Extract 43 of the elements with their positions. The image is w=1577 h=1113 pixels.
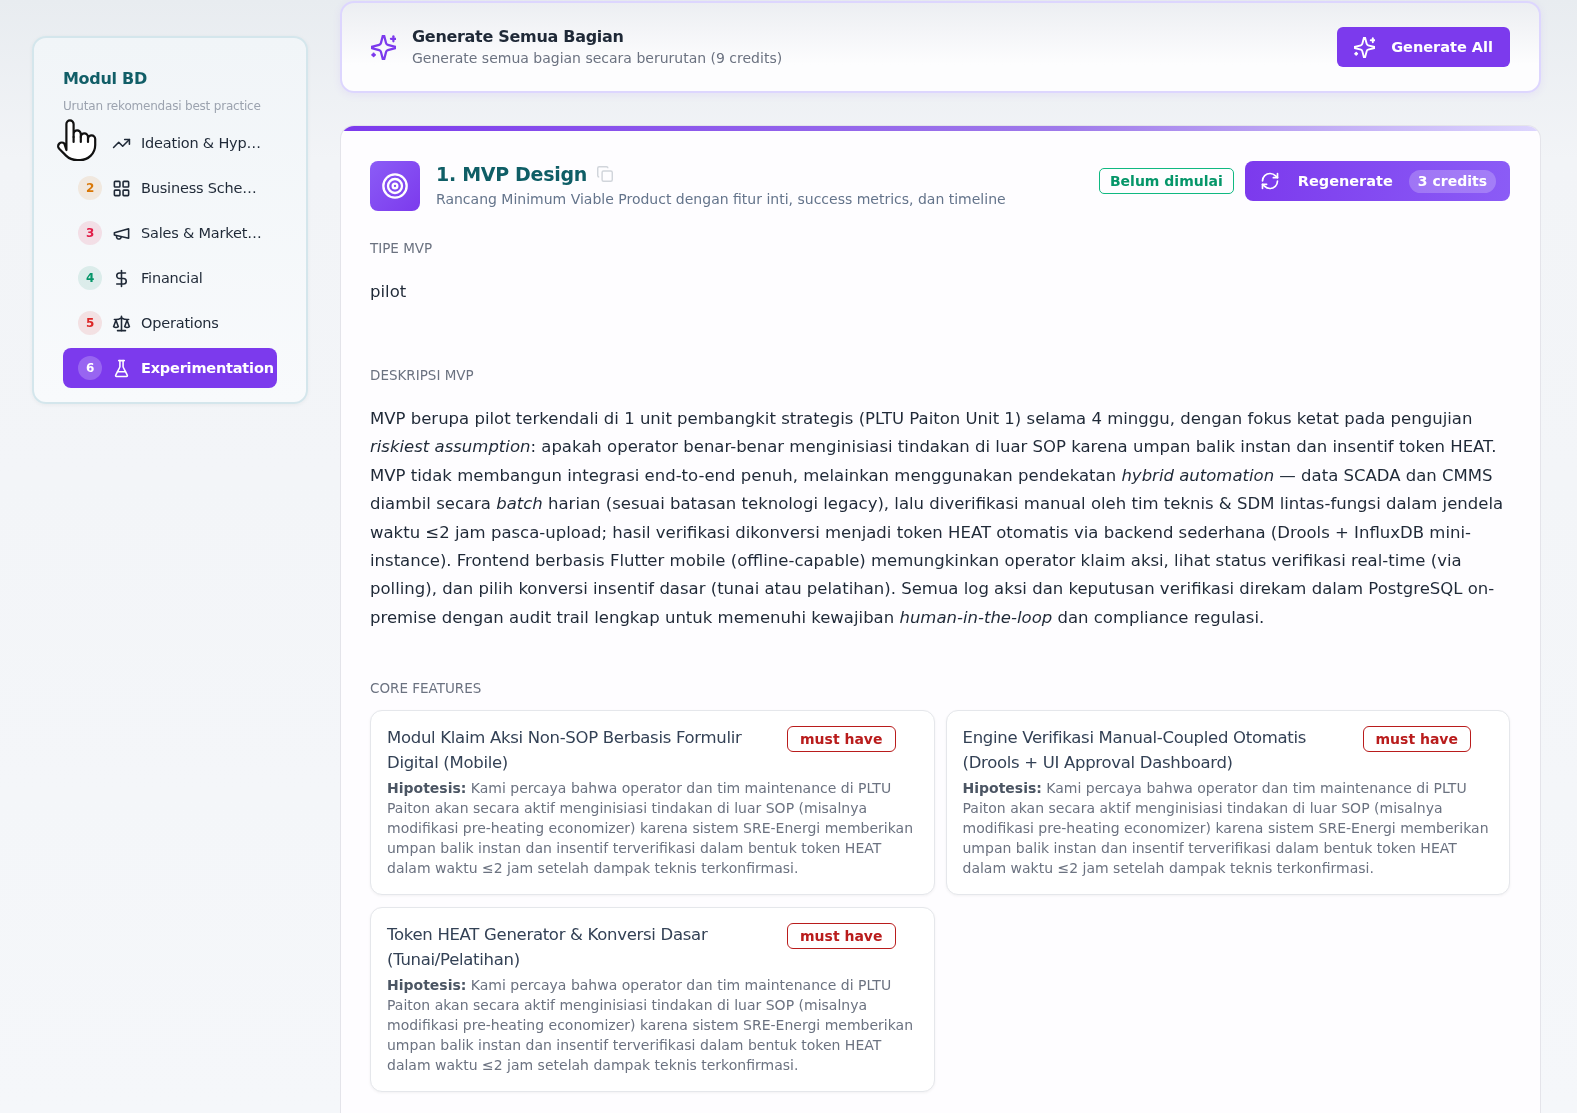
scale-icon xyxy=(112,313,131,333)
step-number: 6 xyxy=(78,356,102,380)
step-number: 4 xyxy=(78,266,102,290)
step-number: 2 xyxy=(78,176,102,200)
priority-badge: must have xyxy=(787,923,896,950)
sidebar-item[interactable]: 5 Operations xyxy=(63,303,277,343)
feature-title: Modul Klaim Aksi Non-SOP Berbasis Formulir Digital (Mobile) xyxy=(387,727,743,775)
generate-all-button[interactable]: Generate All xyxy=(1337,27,1510,67)
field-label: DESKRIPSI MVP xyxy=(370,366,475,384)
priority-badge: must have xyxy=(1362,726,1471,753)
panel-subtitle: Generate semua bagian secara berurutan (9 credits) xyxy=(412,49,783,68)
grid-icon xyxy=(112,178,131,198)
priority-badge: must have xyxy=(787,726,896,753)
copy-icon[interactable] xyxy=(596,166,613,182)
section-subtitle: Rancang Minimum Viable Product dengan fitur inti, success metrics, dan timeline xyxy=(436,190,1006,209)
feature-title: Token HEAT Generator & Konversi Dasar (Tunai/Pelatihan) xyxy=(387,924,709,972)
sparkle-icon xyxy=(371,34,396,60)
sparkle-icon xyxy=(1354,36,1376,58)
feature-hypothesis: Hipotesis: Kami percaya bahwa operator dan tim maintenance di PLTU Paiton akan secara aktif menginisiasi tindakan di luar SOP (misalnya modifikasi pre-heating economizer) karena sistem SRE-Energi memberikan umpan balik instan dan insentif terverifikasi dalam bentuk token HEAT dalam waktu ≤2 jam setelah dampak teknis terkonfirmasi. xyxy=(387,976,914,1076)
description-paragraph: MVP berupa pilot terkendali di 1 unit pembangkit strategis (PLTU Paiton Unit 1) selama 4 minggu, dengan fokus ketat pada pengujian riskiest assumption: apakah operator benar-benar menginisiasi tindakan di luar SOP karena umpan balik instan dan insentif token HEAT. MVP tidak membangun integrasi end-to-end penuh, melainkan menggunakan pendekatan hybrid automation — data SCADA dan CMMS diambil secara batch harian (sesuai batasan teknologi legacy), lalu diverifikasi manual oleh tim teknis & SDM lintas-fungsi dalam jendela waktu ≤2 jam pasca-upload; hasil verifikasi dikonversi menjadi token HEAT otomatis via backend sederhana (Drools + InfluxDB mini-instance). Frontend berbasis Flutter mobile (offline-capable) memungkinkan operator klaim aksi, lihat status verifikasi real-time (via polling), dan pilih konversi insentif dasar (tunai atau pelatihan). Semua log aksi dan keputusan verifikasi direkam dalam PostgreSQL on-premise dengan audit trail lengkap untuk memenuhi kewajiban human-in-the-loop dan compliance regulasi. xyxy=(370,408,1505,629)
feature-hypothesis: Hipotesis: Kami percaya bahwa operator dan tim maintenance di PLTU Paiton akan secara aktif menginisiasi tindakan di luar SOP (misalnya modifikasi pre-heating economizer) karena sistem SRE-Energi memberikan umpan balik instan dan insentif terverifikasi dalam bentuk token HEAT dalam waktu ≤2 jam setelah dampak teknis terkonfirmasi. xyxy=(962,779,1490,879)
refresh-icon xyxy=(1259,171,1280,191)
sidebar-item[interactable]: 4 Financial xyxy=(63,258,277,298)
sidebar-item[interactable]: Ideation & Hyp… xyxy=(63,123,277,163)
panel-title: Generate Semua Bagian xyxy=(412,26,625,47)
step-number: 3 xyxy=(78,221,102,245)
sidebar-subtitle: Urutan rekomendasi best practice xyxy=(63,98,262,114)
target-icon xyxy=(370,161,420,211)
field-label: CORE FEATURES xyxy=(370,679,483,698)
sidebar-item[interactable]: 3 Sales & Market… xyxy=(63,213,277,253)
step-number: 5 xyxy=(78,311,102,335)
field-value: pilot xyxy=(370,281,408,303)
regenerate-button[interactable]: Regenerate 3 credits xyxy=(1244,161,1510,201)
sidebar-title: Modul BD xyxy=(63,68,148,90)
section-title: 1. MVP Design xyxy=(436,162,587,187)
feature-title: Engine Verifikasi Manual-Coupled Otomatis (Drools + UI Approval Dashboard) xyxy=(962,727,1307,775)
feature-hypothesis: Hipotesis: Kami percaya bahwa operator dan tim maintenance di PLTU Paiton akan secara aktif menginisiasi tindakan di luar SOP (misalnya modifikasi pre-heating economizer) karena sistem SRE-Energi memberikan umpan balik instan dan insentif terverifikasi dalam bentuk token HEAT dalam waktu ≤2 jam setelah dampak teknis terkonfirmasi. xyxy=(387,779,914,879)
sidebar-item[interactable]: 6 Experimentation xyxy=(63,348,277,388)
sidebar-item[interactable]: 2 Business Sche… xyxy=(63,168,277,208)
credits-badge: 3 credits xyxy=(1408,169,1496,193)
status-badge: Belum dimulai xyxy=(1098,168,1234,194)
flask-icon xyxy=(112,358,131,378)
field-label: TIPE MVP xyxy=(370,239,434,257)
